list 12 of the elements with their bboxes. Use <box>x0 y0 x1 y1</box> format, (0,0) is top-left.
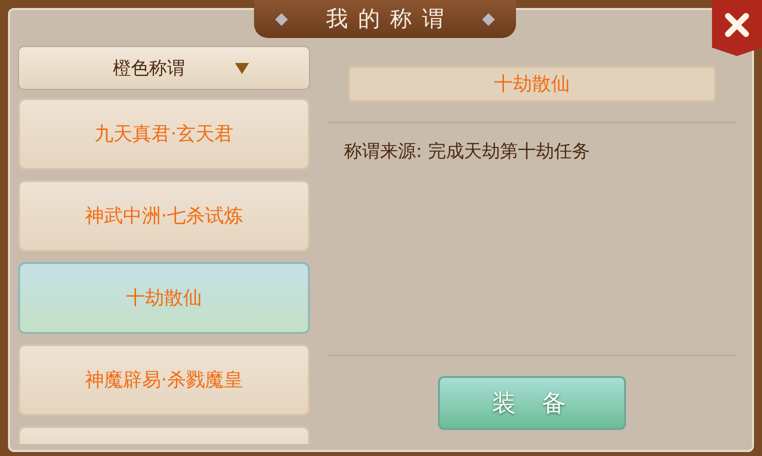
caret-icon <box>235 62 249 74</box>
title-list-item[interactable]: 神魔辟易·杀戮魔皇 <box>18 344 310 416</box>
title-source-text: 称谓来源: 完成天劫第十劫任务 <box>344 140 591 163</box>
title-list-item[interactable]: 九天真君·玄天君 <box>18 98 310 170</box>
title-list-item[interactable]: 神武中洲·七杀试炼 <box>18 180 310 252</box>
filter-dropdown[interactable]: 橙色称谓 <box>18 46 310 90</box>
equip-button[interactable]: 装备 <box>438 376 626 430</box>
close-icon <box>722 10 752 40</box>
title-list-item[interactable]: 十劫散仙 <box>18 262 310 334</box>
close-button[interactable] <box>712 0 762 56</box>
window-title: 我的称谓 <box>325 6 454 34</box>
selected-title-name: 十劫散仙 <box>494 72 570 97</box>
